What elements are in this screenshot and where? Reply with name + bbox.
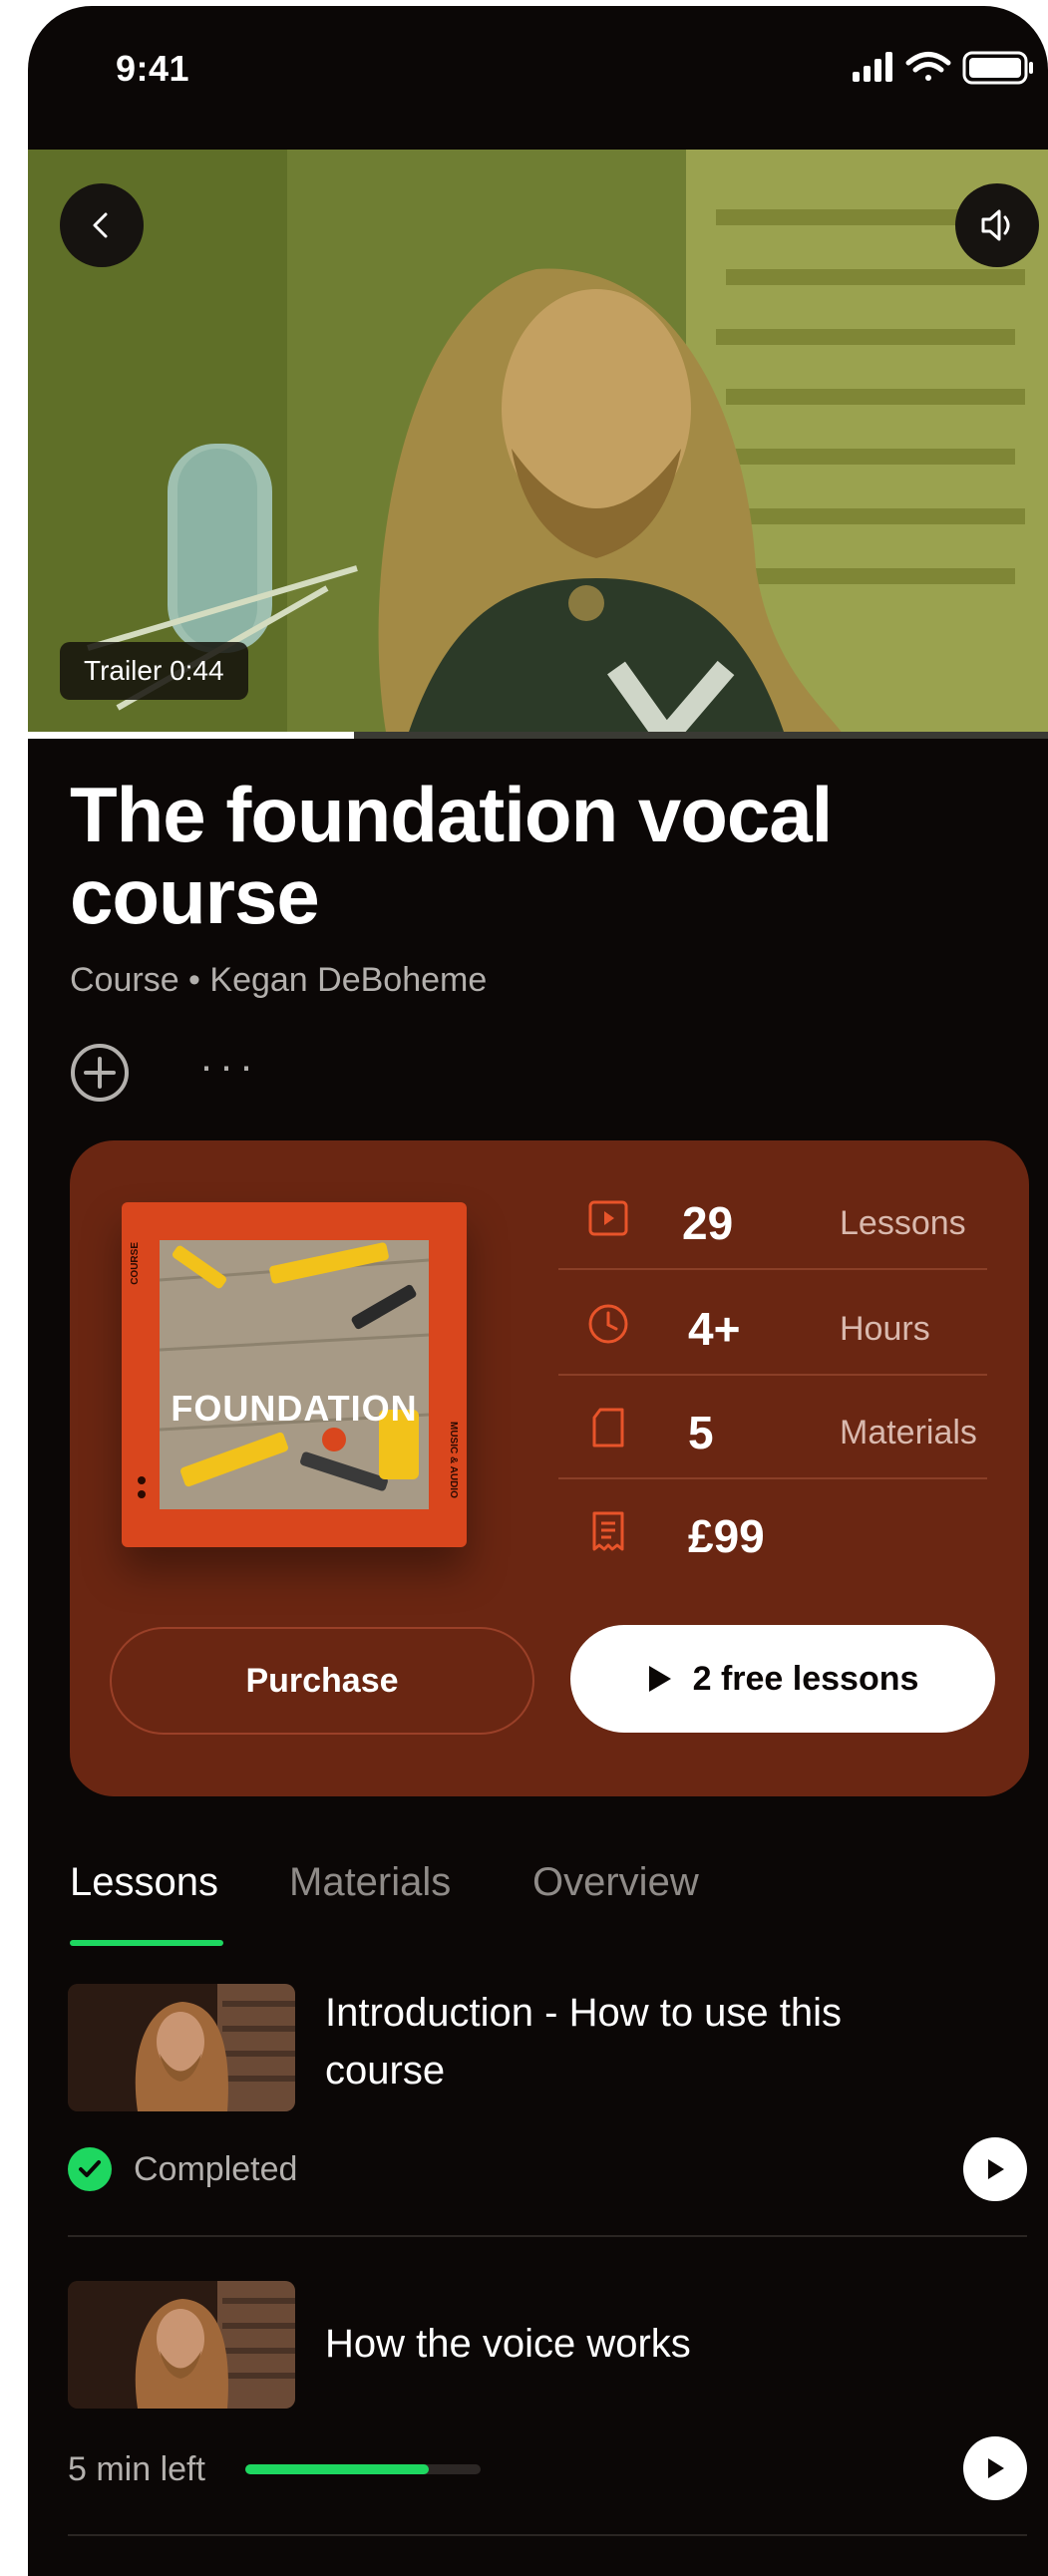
lesson-divider [68, 2534, 1027, 2536]
clock-icon [588, 1304, 628, 1344]
document-icon [592, 1408, 624, 1448]
lesson-time-left: 5 min left [68, 2450, 205, 2488]
chevron-left-icon [93, 212, 108, 238]
status-icons [849, 48, 1048, 88]
lesson-item[interactable]: How the voice works 5 min left [68, 2281, 1027, 2500]
cover-side-label-right: MUSIC & AUDIO [448, 1422, 459, 1498]
lesson-status: Completed [68, 2147, 297, 2191]
check-circle-icon [68, 2147, 112, 2191]
stat-row-materials: 5 Materials [558, 1376, 987, 1479]
stat-value: 29 [682, 1197, 734, 1249]
lesson-title: Introduction - How to use this course [325, 1991, 843, 2093]
lesson-thumbnail [68, 2281, 295, 2409]
stat-row-hours: 4+ Hours [558, 1272, 987, 1376]
tab-lessons[interactable]: Lessons [70, 1860, 218, 1905]
video-progress-fill [28, 732, 355, 739]
cellular-signal-icon [853, 52, 892, 82]
free-lessons-button[interactable]: 2 free lessons [570, 1625, 995, 1733]
stat-row-price: £99 [558, 1479, 987, 1583]
status-time: 9:41 [116, 48, 190, 89]
back-button[interactable] [60, 183, 144, 267]
trailer-video[interactable]: Trailer 0:44 [28, 150, 1048, 738]
stat-value: 5 [688, 1407, 714, 1458]
phone-screen: 9:41 Trailer 0:44 The foundation vocal c… [28, 6, 1048, 2576]
course-cover-art: FOUNDATION COURSE MUSIC & AUDIO [122, 1202, 467, 1547]
cover-title-text: FOUNDATION [171, 1388, 418, 1429]
lesson-play-button[interactable] [963, 2436, 1027, 2500]
video-progress-bar[interactable] [28, 732, 1048, 739]
stat-label: Hours [840, 1310, 930, 1348]
plus-circle-icon [71, 1044, 129, 1102]
lesson-divider [68, 2235, 1027, 2237]
lesson-play-button[interactable] [963, 2137, 1027, 2201]
video-icon [588, 1200, 628, 1236]
stat-value: 4+ [688, 1303, 741, 1355]
receipt-icon [592, 1511, 624, 1551]
price-value: £99 [688, 1510, 765, 1562]
lesson-thumbnail [68, 1984, 295, 2111]
lesson-progress-bar [245, 2464, 481, 2474]
add-to-library-button[interactable] [70, 1043, 130, 1103]
play-icon [988, 2458, 1004, 2478]
cover-photo: FOUNDATION [160, 1240, 429, 1509]
wifi-icon [905, 52, 951, 81]
play-icon [988, 2159, 1004, 2179]
cover-side-label-left: COURSE [130, 1242, 141, 1285]
lesson-item[interactable]: Introduction - How to use this course Co… [68, 1984, 1027, 2203]
stat-label: Lessons [840, 1204, 966, 1242]
stat-label: Materials [840, 1414, 977, 1451]
stat-row-lessons: 29 Lessons [558, 1166, 987, 1270]
course-info-card: FOUNDATION COURSE MUSIC & AUDIO 29 Lesso… [70, 1140, 1029, 1796]
course-title: The foundation vocal course [70, 771, 833, 940]
divider [558, 1268, 987, 1270]
speaker-icon [981, 209, 1010, 241]
tab-materials[interactable]: Materials [289, 1860, 451, 1905]
purchase-button[interactable]: Purchase [110, 1627, 534, 1735]
trailer-duration-badge: Trailer 0:44 [60, 642, 248, 700]
active-tab-indicator [70, 1940, 223, 1946]
status-bar: 9:41 [28, 6, 1048, 146]
completed-label: Completed [134, 2149, 298, 2188]
free-lessons-label: 2 free lessons [692, 1659, 919, 1698]
course-subtitle[interactable]: Course • Kegan DeBoheme [70, 961, 487, 1000]
lesson-progress-fill [245, 2464, 430, 2474]
volume-button[interactable] [955, 183, 1039, 267]
cover-dots [138, 1476, 146, 1498]
more-options-button[interactable]: ··· [199, 1045, 259, 1095]
tab-overview[interactable]: Overview [532, 1860, 699, 1905]
battery-icon [962, 51, 1033, 85]
lesson-title: How the voice works [325, 2322, 691, 2366]
play-icon [648, 1666, 671, 1692]
